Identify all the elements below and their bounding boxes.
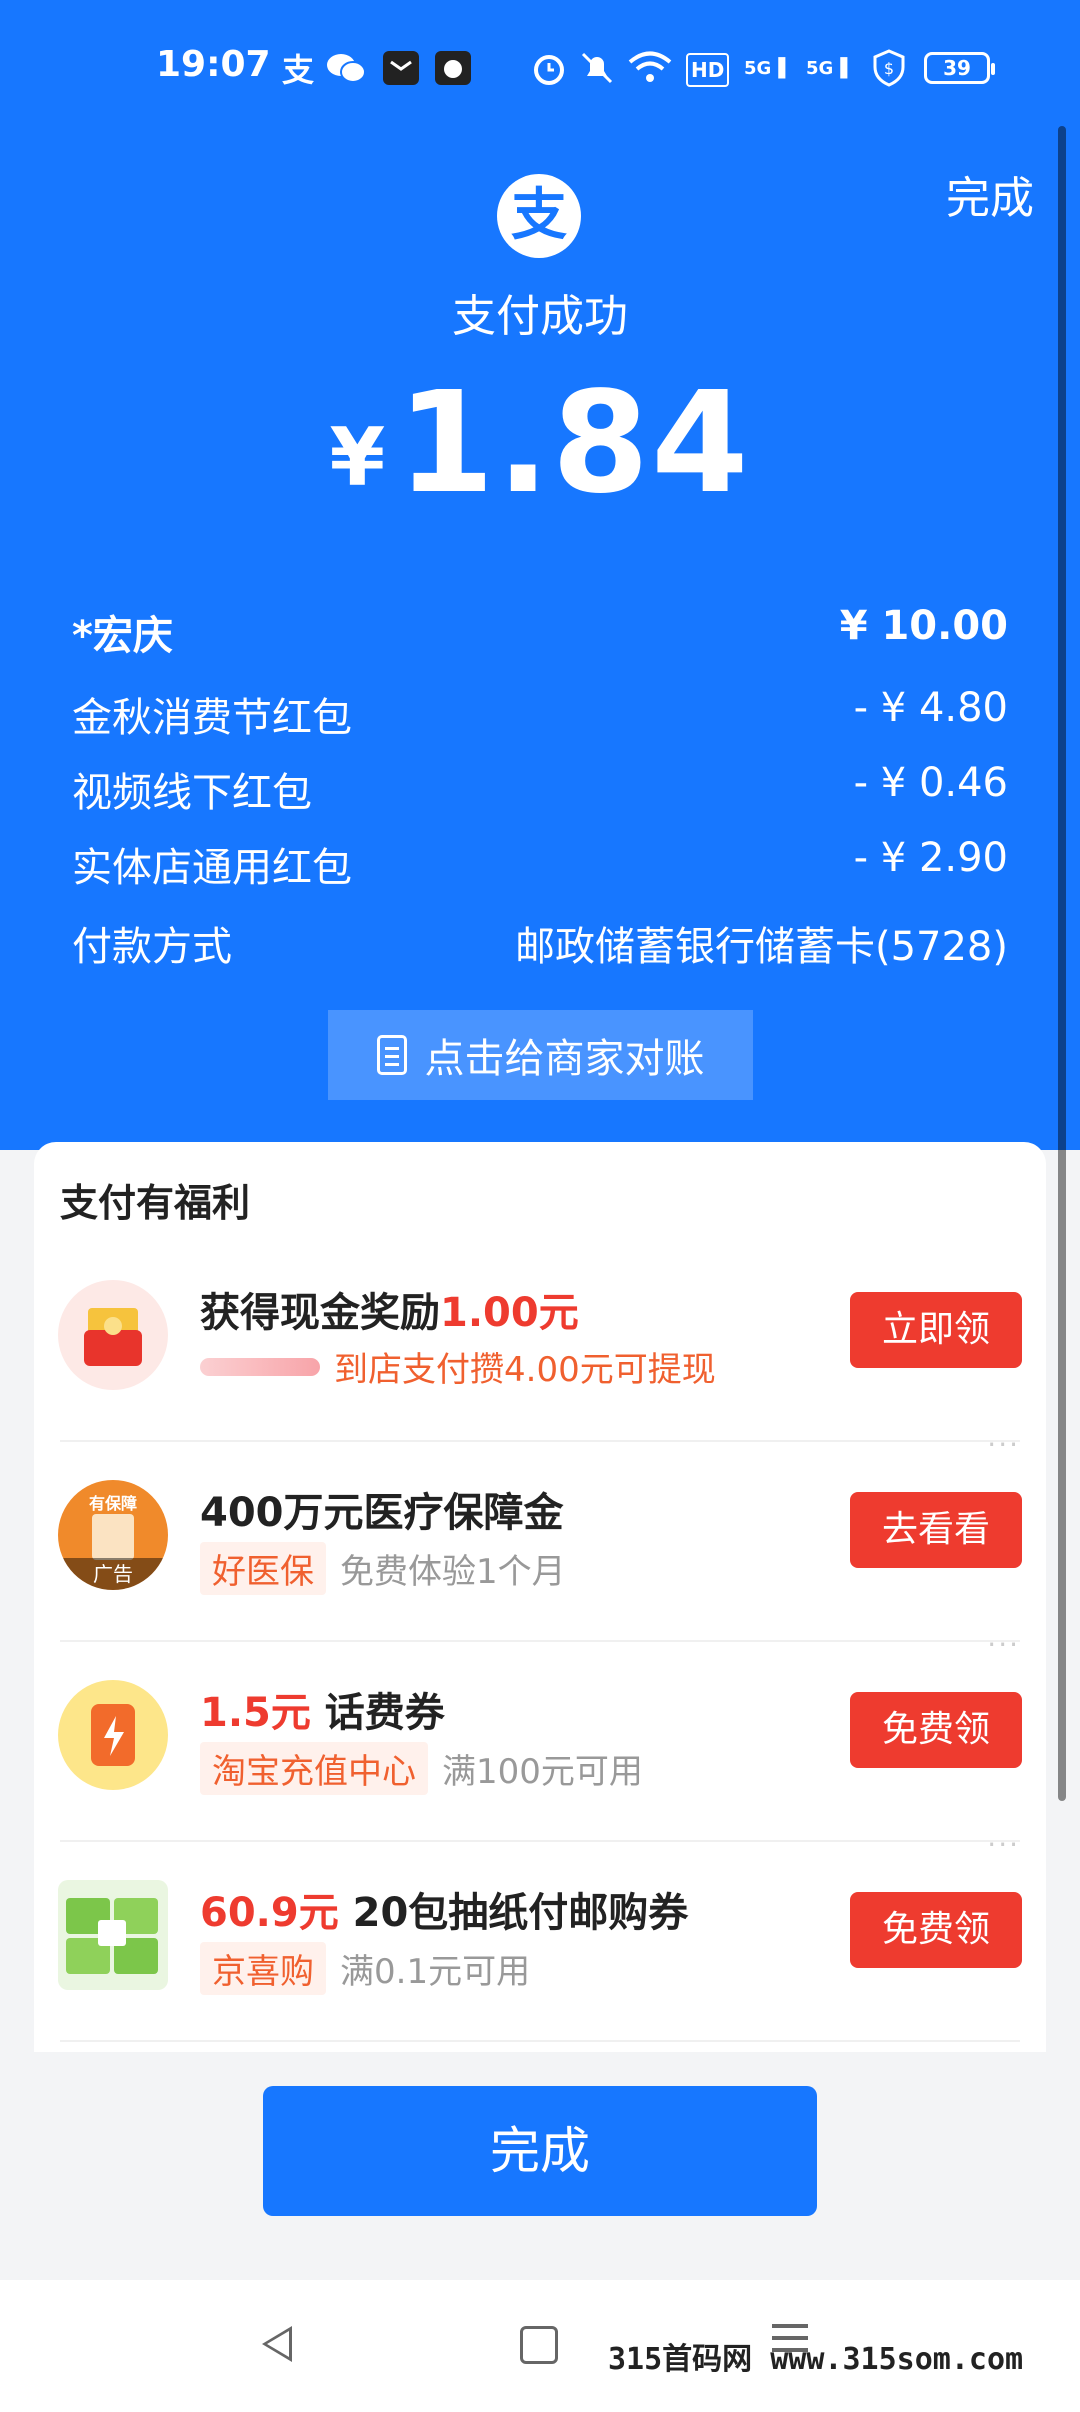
claim-button[interactable]: 立即领 (850, 1292, 1022, 1368)
detail-row-coupon: 实体店通用红包 - ¥ 2.90 (72, 835, 1008, 893)
claim-free-button[interactable]: 免费领 (850, 1892, 1022, 1968)
reconcile-label: 点击给商家对账 (424, 1036, 705, 1082)
detail-label: 金秋消费节红包 (72, 695, 352, 741)
network-type-label: 5G (744, 57, 772, 79)
document-icon (376, 1035, 407, 1075)
recent-apps-icon[interactable] (772, 2324, 808, 2328)
benefit-title: 1.5元 话费券 (200, 1680, 445, 1738)
ad-label: 广告 (58, 1558, 168, 1590)
tissue-product-image (58, 1880, 168, 1990)
hd-icon: HD (686, 53, 730, 87)
network-type-label: 5G (806, 57, 834, 79)
detail-value: - ¥ 2.90 (853, 835, 1008, 881)
payment-success-title: 支付成功 (452, 291, 628, 342)
wifi-icon (628, 48, 672, 88)
benefit-subtitle-text: 到店支付攒4.00元可提现 (334, 1350, 716, 1390)
detail-value: 邮政储蓄银行储蓄卡(5728) (514, 924, 1008, 970)
scrollbar[interactable] (1058, 126, 1066, 1801)
benefit-subtitle: 淘宝充值中心 满100元可用 (200, 1742, 643, 1795)
more-options-icon[interactable]: ··· (987, 1428, 1020, 1461)
signal-icon: 5G ▐ (744, 57, 786, 79)
reconcile-button[interactable]: 点击给商家对账 (328, 1010, 753, 1100)
benefit-highlight: 1.5元 (200, 1690, 311, 1736)
provider-tag: 京喜购 (200, 1942, 326, 1995)
svg-text:$: $ (884, 59, 894, 78)
benefit-highlight: 60.9元 (200, 1890, 339, 1936)
benefit-title: 400万元医疗保障金 (200, 1490, 564, 1536)
benefit-title-text: 获得现金奖励 (200, 1290, 440, 1336)
home-icon[interactable] (520, 2326, 558, 2364)
red-envelope-icon (58, 1280, 168, 1390)
provider-tag: 好医保 (200, 1542, 326, 1595)
provider-tag: 淘宝充值中心 (200, 1742, 428, 1795)
benefits-card: 支付有福利 获得现金奖励1.00元 到店支付攒4.00元可提现 立即领 ··· … (34, 1142, 1046, 2052)
benefit-subtitle-text: 免费体验1个月 (340, 1552, 566, 1592)
benefit-item-phone-voucher[interactable]: ··· 1.5元 话费券 淘宝充值中心 满100元可用 免费领 (34, 1628, 1046, 1842)
more-options-icon[interactable]: ··· (987, 1828, 1020, 1861)
done-button-top[interactable]: 完成 (946, 162, 1034, 226)
benefit-title: 60.9元 20包抽纸付邮购券 (200, 1880, 688, 1938)
more-options-icon[interactable]: ··· (987, 1628, 1020, 1661)
alipay-notification-icon: 支 (282, 51, 315, 89)
payment-amount: ¥1.84 (0, 362, 1080, 525)
benefit-subtitle: 好医保 免费体验1个月 (200, 1542, 566, 1595)
progress-bar (200, 1357, 320, 1376)
phone-charge-icon (58, 1680, 168, 1790)
view-button[interactable]: 去看看 (850, 1492, 1022, 1568)
app-notification-icon (434, 48, 472, 88)
detail-value: - ¥ 4.80 (853, 685, 1008, 731)
benefit-title: 获得现金奖励1.00元 (200, 1280, 579, 1338)
benefit-item-medical[interactable]: ··· 有保障 广告 400万元医疗保障金 好医保 免费体验1个月 去看看 (34, 1428, 1046, 1642)
mail-notification-icon (382, 48, 420, 88)
benefit-item-tissue-voucher[interactable]: ··· 60.9元 20包抽纸付邮购券 京喜购 满0.1元可用 免费领 (34, 1828, 1046, 2042)
detail-row-coupon: 金秋消费节红包 - ¥ 4.80 (72, 685, 1008, 743)
detail-label: 实体店通用红包 (72, 845, 352, 891)
detail-row-merchant: *宏庆 ¥ 10.00 (72, 603, 1008, 661)
benefit-subtitle: 京喜购 满0.1元可用 (200, 1942, 530, 1995)
battery-icon: 39 (924, 52, 995, 84)
benefit-item-cash[interactable]: 获得现金奖励1.00元 到店支付攒4.00元可提现 立即领 (34, 1242, 1046, 1442)
benefit-highlight: 1.00元 (440, 1290, 579, 1336)
alarm-icon (530, 48, 568, 88)
benefit-subtitle: 到店支付攒4.00元可提现 (200, 1342, 716, 1391)
currency-symbol: ¥ (329, 411, 386, 504)
mute-icon (578, 48, 616, 88)
detail-label: 视频线下红包 (72, 770, 312, 816)
claim-free-button[interactable]: 免费领 (850, 1692, 1022, 1768)
benefits-title: 支付有福利 (60, 1181, 251, 1225)
done-button[interactable]: 完成 (263, 2086, 817, 2216)
signal-icon-2: 5G ▐ (806, 57, 848, 79)
detail-row-payment-method: 付款方式 邮政储蓄银行储蓄卡(5728) (72, 914, 1008, 972)
status-time: 19:07 (156, 44, 271, 85)
benefit-title-text: 20包抽纸付邮购券 (338, 1890, 689, 1936)
wechat-notification-icon (326, 48, 366, 88)
divider (60, 2040, 1020, 2042)
status-bar: 19:07 支 HD 5G ▐ 5G ▐ $ 39 (0, 0, 1080, 135)
detail-row-coupon: 视频线下红包 - ¥ 0.46 (72, 760, 1008, 818)
back-icon[interactable] (262, 2326, 292, 2362)
ad-image-label: 有保障 (88, 1494, 137, 1513)
detail-label: 付款方式 (72, 924, 232, 970)
watermark: 315首码网 www.315som.com (608, 2342, 1024, 2377)
detail-value: ¥ 10.00 (839, 603, 1008, 649)
detail-value: - ¥ 0.46 (853, 760, 1008, 806)
benefit-title-text: 话费券 (310, 1690, 445, 1736)
insurance-ad-icon: 有保障 广告 (58, 1480, 168, 1590)
detail-label: *宏庆 (72, 613, 173, 659)
benefit-subtitle-text: 满100元可用 (442, 1752, 643, 1792)
alipay-logo-icon: 支 (497, 174, 581, 258)
benefit-subtitle-text: 满0.1元可用 (340, 1952, 531, 1992)
shield-icon: $ (872, 48, 906, 88)
amount-value: 1.84 (397, 362, 751, 525)
